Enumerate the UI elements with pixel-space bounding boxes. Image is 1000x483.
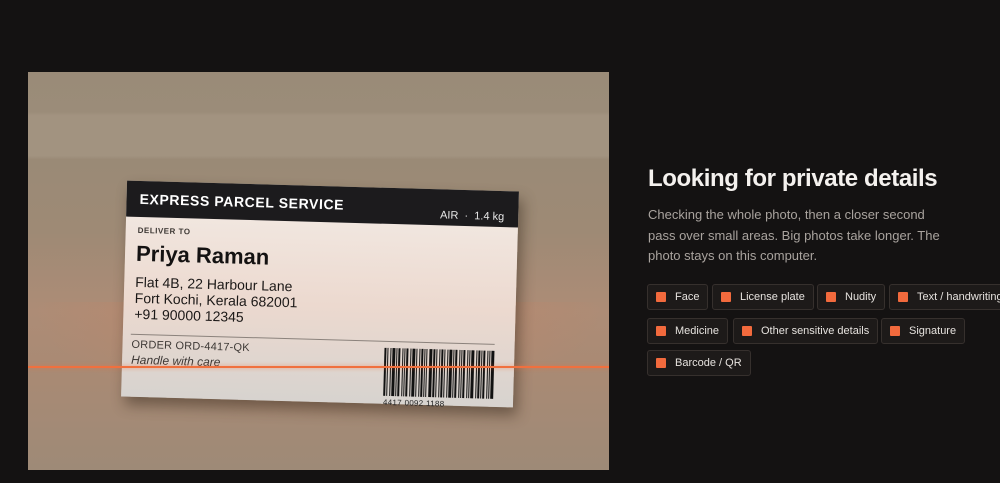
chip-face: Face bbox=[647, 284, 709, 310]
barcode bbox=[383, 347, 498, 399]
panel-description: Checking the whole photo, then a closer … bbox=[648, 207, 940, 263]
label-header: EXPRESS PARCEL SERVICE AIR · 1.4 kg bbox=[126, 180, 519, 228]
panel-title: Looking for private details bbox=[648, 165, 938, 192]
shipping-label: EXPRESS PARCEL SERVICE AIR · 1.4 kg DELI… bbox=[121, 180, 519, 409]
scan-line bbox=[28, 366, 609, 368]
chip-barcode-qr: Barcode / QR bbox=[647, 350, 751, 376]
chip-label: Barcode / QR bbox=[675, 357, 742, 369]
chip-label: Other sensitive details bbox=[761, 325, 870, 337]
chip-text-handwriting: Text / handwriting bbox=[889, 284, 1000, 310]
barcode-bar bbox=[490, 350, 495, 399]
swatch-icon bbox=[656, 292, 666, 302]
swatch-icon bbox=[742, 326, 752, 336]
chip-other-sensitive: Other sensitive details bbox=[733, 318, 879, 344]
label-service-info: AIR · 1.4 kg bbox=[439, 209, 505, 224]
chip-license-plate: License plate bbox=[712, 284, 814, 310]
deliver-to-label: DELIVER TO bbox=[137, 225, 191, 237]
chip-signature: Signature bbox=[881, 318, 966, 344]
chip-nudity: Nudity bbox=[817, 284, 886, 310]
phone-number: +91 90000 12345 bbox=[134, 305, 244, 325]
label-header-title: EXPRESS PARCEL SERVICE bbox=[139, 190, 345, 213]
swatch-icon bbox=[656, 358, 666, 368]
scan-screen: EXPRESS PARCEL SERVICE AIR · 1.4 kg DELI… bbox=[0, 0, 1000, 483]
chip-label: Nudity bbox=[845, 291, 877, 303]
swatch-icon bbox=[721, 292, 731, 302]
swatch-icon bbox=[898, 292, 908, 302]
label-card: EXPRESS PARCEL SERVICE AIR · 1.4 kg DELI… bbox=[121, 180, 519, 409]
swatch-icon bbox=[890, 326, 900, 336]
barcode-number: 4417 0092 1188 bbox=[382, 397, 445, 409]
chip-label: Signature bbox=[909, 325, 957, 337]
chip-label: License plate bbox=[740, 291, 805, 303]
recipient-name: Priya Raman bbox=[135, 240, 270, 270]
chip-label: Text / handwriting bbox=[917, 291, 1000, 303]
swatch-icon bbox=[656, 326, 666, 336]
chip-label: Face bbox=[675, 291, 700, 303]
chip-medicine: Medicine bbox=[647, 318, 729, 344]
swatch-icon bbox=[826, 292, 836, 302]
order-number: ORDER ORD-4417-QK bbox=[131, 338, 250, 355]
chip-label: Medicine bbox=[675, 325, 720, 337]
photo-preview: EXPRESS PARCEL SERVICE AIR · 1.4 kg DELI… bbox=[28, 72, 609, 470]
